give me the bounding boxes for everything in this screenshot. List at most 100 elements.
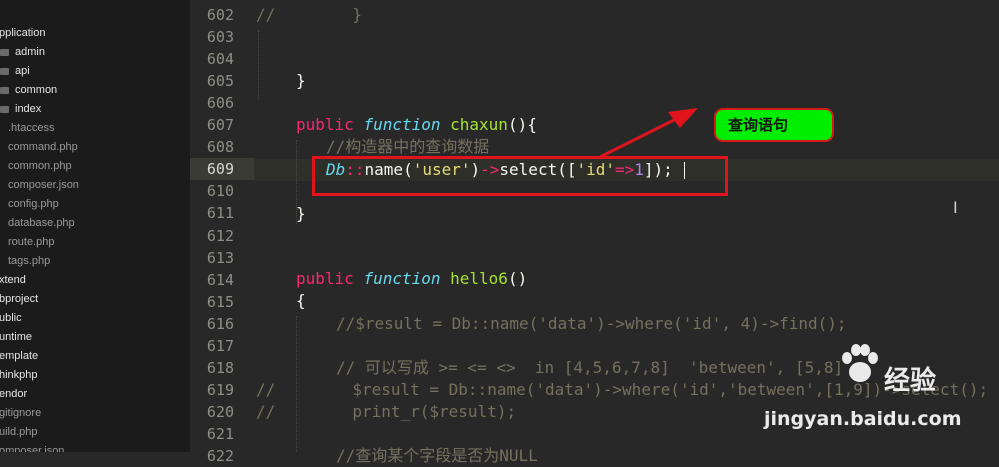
code-punct: (){ bbox=[507, 115, 537, 134]
ibeam-cursor-icon: Ι bbox=[953, 198, 958, 217]
tree-folder[interactable]: bproject bbox=[0, 290, 38, 309]
paw-logo-icon bbox=[842, 344, 878, 382]
folder-icon bbox=[0, 86, 9, 94]
line-number: 620 bbox=[206, 402, 234, 421]
tree-file[interactable]: database.php bbox=[0, 214, 75, 233]
tree-item-label: ublic bbox=[0, 312, 22, 324]
watermark-brand: 经验 bbox=[884, 366, 937, 396]
line-number-gutter: 602 603 604 605 606 607 608 609 610 611 612 613 614 6… bbox=[190, 0, 254, 465]
tree-folder[interactable]: endor bbox=[0, 385, 27, 404]
tree-item-label: bproject bbox=[0, 293, 39, 305]
tree-item-label: route.php bbox=[8, 236, 55, 248]
tree-file[interactable]: route.php bbox=[0, 233, 54, 252]
tree-item-label: gitignore bbox=[0, 407, 42, 419]
keyword-public: public bbox=[296, 115, 354, 134]
watermark-url: jingyan.baidu.com bbox=[764, 408, 962, 430]
code-line-607: public function chaxun(){ bbox=[296, 114, 537, 136]
tree-file[interactable]: command.php bbox=[0, 138, 78, 157]
tree-item-label: tags.php bbox=[8, 255, 51, 267]
keyword-public: public bbox=[296, 269, 354, 288]
tree-item-label: admin bbox=[15, 46, 45, 58]
tree-folder[interactable]: untime bbox=[0, 328, 32, 347]
line-number: 612 bbox=[206, 226, 234, 245]
tree-item-label: command.php bbox=[8, 141, 78, 153]
tree-file[interactable]: omposer.json bbox=[0, 442, 64, 452]
line-number: 621 bbox=[206, 424, 234, 443]
code-line-616: //$result = Db::name('data')->where('id'… bbox=[336, 313, 847, 335]
code-comment: // } bbox=[256, 5, 362, 24]
function-name: hello6 bbox=[450, 269, 508, 288]
tree-item-label: .htaccess bbox=[8, 122, 55, 134]
code-comment: //$result = Db::name('data')->where('id'… bbox=[336, 314, 847, 333]
line-number: 615 bbox=[206, 292, 234, 311]
tree-file[interactable]: .htaccess bbox=[0, 119, 54, 138]
tree-item-label: api bbox=[15, 65, 30, 77]
line-number: 602 bbox=[206, 6, 234, 24]
line-number: 607 bbox=[206, 116, 234, 135]
tree-file[interactable]: composer.json bbox=[0, 176, 79, 195]
highlight-box bbox=[312, 156, 728, 196]
tree-item-label: uild.php bbox=[0, 426, 38, 438]
keyword-function: function bbox=[363, 115, 441, 134]
line-number: 605 bbox=[206, 72, 234, 91]
tree-folder[interactable]: hinkphp bbox=[0, 366, 38, 385]
line-number: 619 bbox=[206, 380, 234, 399]
code-punct: () bbox=[507, 269, 528, 288]
tree-item-label: untime bbox=[0, 331, 33, 343]
line-number: 616 bbox=[206, 314, 234, 333]
tree-item-label: omposer.json bbox=[0, 445, 65, 452]
code-comment: //查询某个字段是否为NULL bbox=[336, 446, 538, 465]
folder-icon bbox=[0, 67, 9, 75]
code-line-608: //构造器中的查询数据 bbox=[326, 136, 489, 158]
tree-folder[interactable]: common bbox=[0, 81, 57, 100]
tree-file[interactable]: uild.php bbox=[0, 423, 38, 442]
indent-guide bbox=[258, 30, 260, 100]
line-number: 606 bbox=[206, 94, 234, 113]
tree-file[interactable]: gitignore bbox=[0, 404, 41, 423]
file-tree-sidebar: pplication admin api common index .htaccess co… bbox=[0, 0, 190, 452]
tree-item-label: pplication bbox=[0, 27, 46, 39]
tree-item-label: xtend bbox=[0, 274, 26, 286]
baidu-jingyan-watermark: 经验 jingyan.baidu.com bbox=[760, 340, 999, 452]
code-line-615: { bbox=[296, 290, 306, 312]
function-name: chaxun bbox=[450, 115, 508, 134]
tree-folder[interactable]: admin bbox=[0, 43, 45, 62]
tree-file[interactable]: tags.php bbox=[0, 252, 50, 271]
line-number: 609 bbox=[190, 158, 254, 181]
code-line-620: // print_r($result); bbox=[256, 401, 516, 423]
code-comment: //构造器中的查询数据 bbox=[326, 137, 490, 156]
tree-item-label: database.php bbox=[8, 217, 75, 229]
tree-folder[interactable]: emplate bbox=[0, 347, 38, 366]
line-number: 618 bbox=[206, 358, 234, 377]
tree-file[interactable]: common.php bbox=[0, 157, 72, 176]
line-number: 613 bbox=[206, 248, 234, 267]
opening-brace: { bbox=[296, 291, 306, 310]
tree-folder[interactable]: pplication bbox=[0, 24, 45, 43]
closing-brace: } bbox=[296, 71, 306, 90]
code-line-614: public function hello6() bbox=[296, 268, 527, 290]
code-line-611: } bbox=[296, 203, 306, 225]
line-number: 608 bbox=[206, 138, 234, 157]
code-line-622: //查询某个字段是否为NULL bbox=[336, 445, 538, 467]
line-number: 604 bbox=[206, 50, 234, 69]
tree-item-label: common bbox=[15, 84, 58, 96]
tree-item-label: common.php bbox=[8, 160, 72, 172]
tree-item-label: hinkphp bbox=[0, 369, 38, 381]
line-number: 617 bbox=[206, 336, 234, 355]
tree-item-label: index bbox=[15, 103, 42, 115]
code-line-602: // } bbox=[256, 4, 362, 26]
tree-folder[interactable]: api bbox=[0, 62, 30, 81]
tree-item-label: config.php bbox=[8, 198, 59, 210]
line-number: 614 bbox=[206, 270, 234, 289]
line-number: 610 bbox=[206, 182, 234, 201]
tree-folder[interactable]: index bbox=[0, 100, 41, 119]
code-line-605: } bbox=[296, 70, 306, 92]
tree-item-label: composer.json bbox=[8, 179, 79, 191]
tree-folder[interactable]: xtend bbox=[0, 271, 26, 290]
tree-folder[interactable]: ublic bbox=[0, 309, 22, 328]
code-comment: // print_r($result); bbox=[256, 402, 517, 421]
tree-file[interactable]: config.php bbox=[0, 195, 59, 214]
tree-item-label: emplate bbox=[0, 350, 39, 362]
line-number: 611 bbox=[206, 204, 234, 223]
line-number: 622 bbox=[206, 447, 234, 465]
